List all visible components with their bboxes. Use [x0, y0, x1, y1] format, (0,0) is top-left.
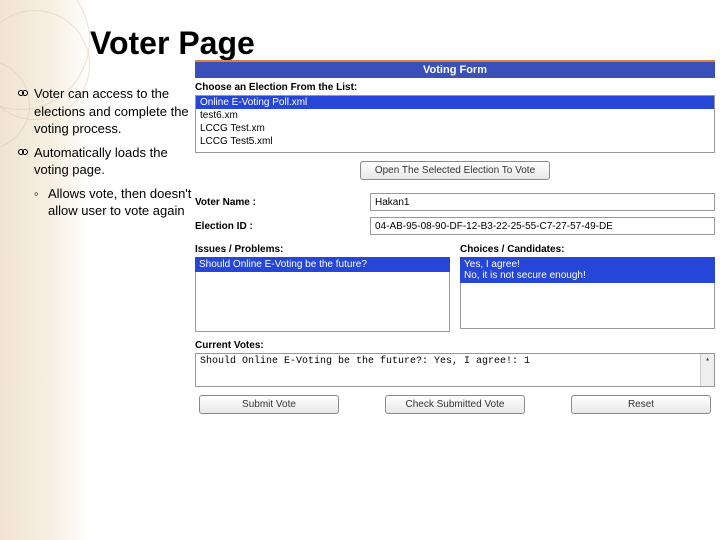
election-option[interactable]: LCCG Test5.xml	[196, 135, 714, 148]
bullet-item: Automatically loads the voting page.	[18, 144, 193, 179]
election-listbox[interactable]: Online E-Voting Poll.xml test6.xm LCCG T…	[195, 95, 715, 153]
election-id-label: Election ID :	[195, 221, 370, 232]
page-title: Voter Page	[90, 25, 255, 62]
election-option[interactable]: LCCG Test.xm	[196, 122, 714, 135]
bullet-list: Voter can access to the elections and co…	[18, 85, 193, 226]
voter-name-label: Voter Name :	[195, 197, 370, 208]
current-votes-box: Should Online E-Voting be the future?: Y…	[195, 353, 715, 387]
check-submitted-vote-button[interactable]: Check Submitted Vote	[385, 395, 525, 414]
bullet-item: Voter can access to the elections and co…	[18, 85, 193, 138]
slide-background-accent	[0, 0, 90, 540]
election-id-input[interactable]	[370, 217, 715, 235]
election-option[interactable]: test6.xm	[196, 109, 714, 122]
choices-listbox[interactable]: Yes, I agree! No, it is not secure enoug…	[460, 257, 715, 283]
bullet-sub-item: Allows vote, then doesn't allow user to …	[18, 185, 193, 220]
current-votes-label: Current Votes:	[195, 336, 715, 353]
open-election-button[interactable]: Open The Selected Election To Vote	[360, 161, 550, 180]
scroll-up-icon[interactable]: ▴	[701, 354, 714, 364]
issues-body[interactable]	[195, 272, 450, 332]
choose-election-label: Choose an Election From the List:	[195, 78, 715, 95]
choice-option[interactable]: No, it is not secure enough!	[464, 270, 711, 281]
choice-option[interactable]: Yes, I agree!	[464, 259, 711, 270]
choices-label: Choices / Candidates:	[460, 240, 715, 257]
choices-body[interactable]	[460, 283, 715, 329]
submit-vote-button[interactable]: Submit Vote	[199, 395, 339, 414]
current-votes-text: Should Online E-Voting be the future?: Y…	[200, 356, 530, 367]
issues-listbox[interactable]: Should Online E-Voting be the future?	[195, 257, 450, 272]
issues-label: Issues / Problems:	[195, 240, 450, 257]
reset-button[interactable]: Reset	[571, 395, 711, 414]
voting-form-panel: Voting Form Choose an Election From the …	[195, 60, 715, 414]
scrollbar[interactable]: ▴	[700, 354, 714, 386]
voter-name-input[interactable]	[370, 193, 715, 211]
form-title-bar: Voting Form	[195, 60, 715, 78]
election-option[interactable]: Online E-Voting Poll.xml	[196, 96, 714, 109]
